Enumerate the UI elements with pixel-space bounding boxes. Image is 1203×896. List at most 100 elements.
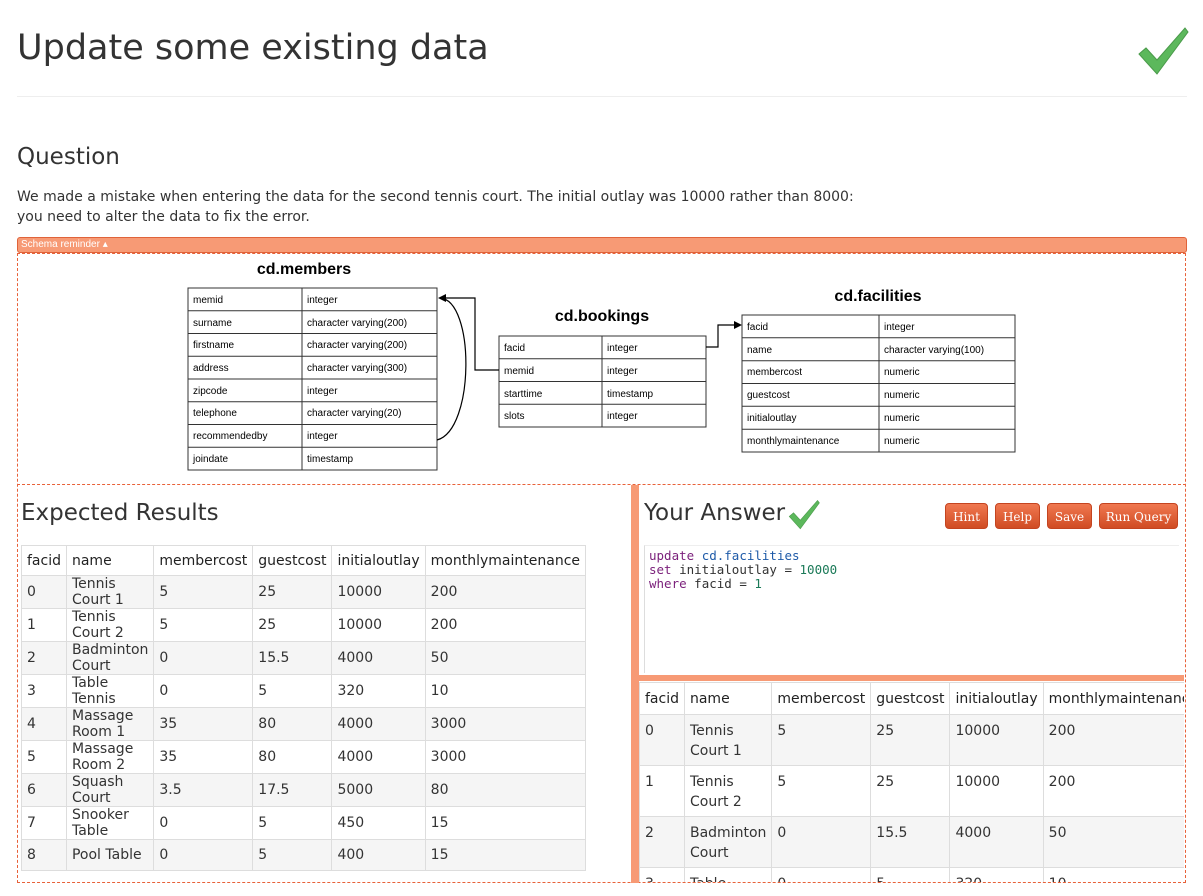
table-cell: 1: [21, 608, 67, 642]
answer-resize-handle[interactable]: [639, 675, 1184, 681]
table-cell: 25: [252, 575, 333, 609]
schema-column-type: integer: [307, 295, 338, 306]
table-cell: 1: [639, 765, 685, 817]
table-cell: 5: [153, 575, 254, 609]
schema-column-name: initialoutlay: [747, 413, 796, 424]
schema-column-name: guestcost: [747, 390, 790, 401]
table-cell: Massage Room 2: [65, 740, 155, 774]
table-cell: 5: [252, 839, 333, 871]
bookings-table-title: cd.bookings: [555, 308, 649, 325]
hint-button[interactable]: Hint: [945, 503, 988, 529]
table-cell: 4000: [331, 740, 426, 774]
code-number: 10000: [799, 562, 838, 577]
table-cell: Tennis Court 2: [65, 608, 155, 642]
table-cell: 320: [949, 867, 1044, 882]
schema-column-name: starttime: [504, 389, 543, 400]
table-cell: 4: [21, 707, 67, 741]
schema-column-name: surname: [193, 318, 232, 329]
column-header: monthlymaintenance: [1042, 682, 1184, 715]
schema-column-name: zipcode: [193, 386, 228, 397]
table-cell: 50: [1042, 816, 1184, 868]
title-divider: [17, 96, 1187, 97]
schema-column-type: character varying(20): [307, 408, 401, 419]
schema-reminder-toggle[interactable]: Schema reminder ▴: [17, 237, 1187, 253]
sql-editor[interactable]: update cd.facilities set initialoutlay =…: [644, 545, 1179, 673]
column-header: initialoutlay: [949, 682, 1044, 715]
code-table-name: cd.facilities: [701, 548, 800, 563]
table-cell: 0: [153, 839, 254, 871]
schema-column-type: character varying(100): [884, 345, 984, 356]
schema-column-type: timestamp: [607, 389, 654, 400]
table-cell: 10000: [331, 575, 426, 609]
table-row: 5 Massage Room 2 35 80 4000 3000: [21, 740, 587, 774]
table-cell: 2: [21, 641, 67, 675]
panel-resize-handle[interactable]: [631, 485, 639, 883]
table-cell: Pool Table: [65, 839, 155, 871]
table-cell: 400: [331, 839, 426, 871]
schema-column-type: timestamp: [307, 454, 354, 465]
table-cell: 5: [771, 714, 872, 766]
table-row: 1 Tennis Court 2 5 25 10000 200: [639, 765, 1184, 817]
table-cell: 15.5: [252, 641, 333, 675]
table-cell: 450: [331, 806, 426, 840]
question-text-line: you need to alter the data to fix the er…: [17, 209, 310, 225]
table-cell: Badminton Court: [65, 641, 155, 675]
code-line: where facid = 1: [649, 577, 1175, 591]
table-row: 0 Tennis Court 1 5 25 10000 200: [21, 575, 587, 609]
table-cell: 0: [153, 641, 254, 675]
table-row: 6 Squash Court 3.5 17.5 5000 80: [21, 773, 587, 807]
column-header: initialoutlay: [331, 545, 426, 576]
schema-column-type: character varying(300): [307, 363, 407, 374]
table-cell: 200: [1042, 714, 1184, 766]
answer-results-scroll[interactable]: facid name membercost guestcost initialo…: [639, 682, 1184, 882]
schema-column-name: facid: [747, 322, 768, 333]
code-text: facid =: [694, 576, 747, 591]
recommendedby-relation-line: [436, 297, 467, 441]
expected-results-heading: Expected Results: [21, 500, 219, 526]
table-row: 2 Badminton Court 0 15.5 4000 50: [21, 641, 587, 675]
schema-column-type: numeric: [884, 413, 920, 424]
members-table-title: cd.members: [257, 261, 351, 278]
table-cell: 35: [153, 707, 254, 741]
table-cell: Snooker Table: [65, 806, 155, 840]
column-header: facid: [639, 682, 685, 715]
schema-column-type: integer: [607, 411, 638, 422]
save-button[interactable]: Save: [1047, 503, 1092, 529]
table-cell: Table Tennis: [683, 867, 773, 882]
table-cell: 0: [639, 714, 685, 766]
schema-column-name: facid: [504, 343, 525, 354]
schema-column-type: numeric: [884, 367, 920, 378]
schema-column-name: memid: [504, 366, 534, 377]
code-line: update cd.facilities: [649, 549, 1175, 563]
code-keyword: where: [649, 576, 687, 591]
table-row: 4 Massage Room 1 35 80 4000 3000: [21, 707, 587, 741]
table-cell: 320: [331, 674, 426, 708]
table-cell: 15.5: [870, 816, 951, 868]
facilities-table: facid integer name character varying(100…: [741, 314, 1016, 453]
schema-column-name: joindate: [192, 454, 228, 465]
column-header: guestcost: [252, 545, 333, 576]
facid-relation-line: [706, 324, 736, 348]
table-cell: 5: [21, 740, 67, 774]
table-cell: 5: [153, 608, 254, 642]
table-cell: 3: [21, 674, 67, 708]
schema-column-type: numeric: [884, 390, 920, 401]
table-cell: Squash Court: [65, 773, 155, 807]
table-cell: 15: [424, 806, 587, 840]
table-cell: 25: [870, 714, 951, 766]
question-text-line: We made a mistake when entering the data…: [17, 189, 854, 205]
schema-column-name: membercost: [747, 367, 802, 378]
table-cell: 7: [21, 806, 67, 840]
schema-column-name: name: [747, 345, 772, 356]
schema-diagram: cd.members memid integer surname charact…: [187, 261, 1016, 471]
table-cell: Tennis Court 1: [65, 575, 155, 609]
run-query-button[interactable]: Run Query: [1099, 503, 1178, 529]
schema-column-type: integer: [307, 386, 338, 397]
table-cell: 15: [424, 839, 587, 871]
table-cell: Table Tennis: [65, 674, 155, 708]
table-cell: 8: [21, 839, 67, 871]
table-cell: 200: [424, 575, 587, 609]
table-header-row: facid name membercost guestcost initialo…: [21, 545, 587, 576]
table-row: 8 Pool Table 0 5 400 15: [21, 839, 587, 871]
help-button[interactable]: Help: [995, 503, 1040, 529]
